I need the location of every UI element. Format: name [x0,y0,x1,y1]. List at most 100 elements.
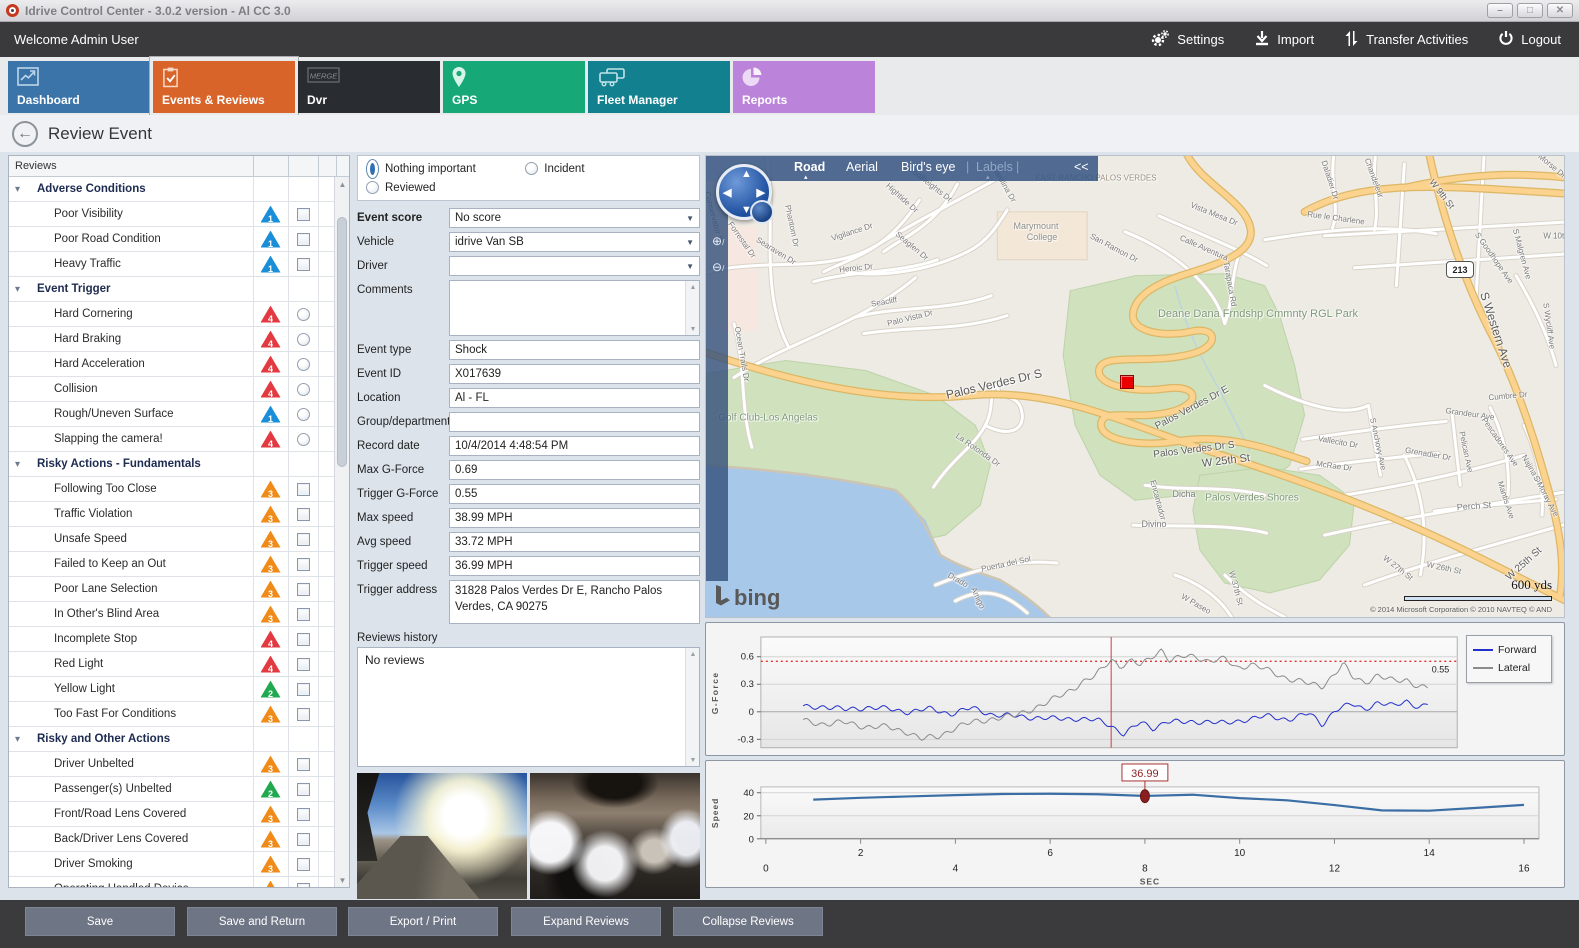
scroll-down-icon[interactable]: ▼ [335,873,349,888]
review-item-row[interactable]: Front/Road Lens Covered3 [9,802,349,827]
radio-icon[interactable] [366,159,379,179]
bing-map[interactable]: EAST RANCHO PALOS VERDESMarymountCollege… [705,155,1565,618]
review-checkbox[interactable] [297,683,310,696]
review-checkbox[interactable] [297,633,310,646]
tab-gps[interactable]: GPS [443,61,585,113]
event-type-field[interactable]: Shock [449,340,700,360]
save-button[interactable]: Save [25,907,175,936]
map-view-aerial[interactable]: Aerial [846,160,878,174]
map-view-bird-s-eye[interactable]: Bird's eye [901,160,956,174]
review-checkbox[interactable] [297,883,310,889]
classification-option-reviewed[interactable]: Reviewed [366,179,525,196]
review-checkbox[interactable] [297,483,310,496]
classification-option-incident[interactable]: Incident [525,160,684,177]
review-item-row[interactable]: Rough/Uneven Surface1 [9,402,349,427]
group-department-field[interactable] [449,412,700,432]
event-score-select[interactable]: No score▼ [449,208,700,228]
collapse-arrow-icon[interactable]: ▾ [15,734,20,745]
radio-icon[interactable] [366,181,379,194]
maximize-button[interactable]: □ [1517,3,1543,18]
pan-left-icon[interactable]: ◀ [723,186,731,199]
review-item-row[interactable]: Slapping the camera!4 [9,427,349,452]
reviews-history-list[interactable]: No reviews ▲▼ [357,647,700,767]
trigger-g-force-field[interactable]: 0.55 [449,484,700,504]
close-button[interactable]: ✕ [1547,3,1573,18]
review-item-row[interactable]: Poor Road Condition1 [9,227,349,252]
review-item-row[interactable]: Hard Acceleration4 [9,352,349,377]
review-item-row[interactable]: Poor Visibility1 [9,202,349,227]
pan-up-icon[interactable]: ▲ [741,168,752,180]
review-radio[interactable] [297,433,310,446]
review-item-row[interactable]: Driver Unbelted3 [9,752,349,777]
review-item-row[interactable]: Traffic Violation3 [9,502,349,527]
settings-button[interactable]: Settings [1151,30,1224,50]
reviews-history-scrollbar[interactable]: ▲▼ [685,648,699,766]
classification-option-nothing-important[interactable]: Nothing important [366,160,525,177]
cabin-driver-camera-thumbnail[interactable] [530,773,700,899]
avg-speed-field[interactable]: 33.72 MPH [449,532,700,552]
map-view-road[interactable]: Road [794,160,825,174]
review-checkbox[interactable] [297,533,310,546]
tab-dvr[interactable]: MERGEDvr [298,61,440,113]
review-item-row[interactable]: Failed to Keep an Out3 [9,552,349,577]
tab-fleet-manager[interactable]: Fleet Manager [588,61,730,113]
review-item-row[interactable]: Back/Driver Lens Covered3 [9,827,349,852]
review-checkbox[interactable] [297,208,310,221]
review-checkbox[interactable] [297,508,310,521]
zoom-out-icon[interactable]: ⊖/ [712,260,724,274]
review-radio[interactable] [297,358,310,371]
review-checkbox[interactable] [297,858,310,871]
review-group-row[interactable]: ▾Event Trigger [9,277,349,302]
record-date-field[interactable]: 10/4/2014 4:48:54 PM [449,436,700,456]
max-g-force-field[interactable]: 0.69 [449,460,700,480]
review-checkbox[interactable] [297,758,310,771]
textarea-scrollbar[interactable]: ▲▼ [685,281,699,335]
scroll-up-icon[interactable]: ▲ [335,177,349,192]
review-checkbox[interactable] [297,233,310,246]
collapse-arrow-icon[interactable]: ▾ [15,184,20,195]
logout-button[interactable]: Logout [1498,30,1561,49]
review-radio[interactable] [297,383,310,396]
review-item-row[interactable]: Operating Handled Device3 [9,877,349,888]
forward-road-camera-thumbnail[interactable] [357,773,527,899]
review-checkbox[interactable] [297,583,310,596]
back-button[interactable]: ← [12,121,38,147]
collapse-reviews-button[interactable]: Collapse Reviews [673,907,823,936]
review-radio[interactable] [297,408,310,421]
review-checkbox[interactable] [297,808,310,821]
review-item-row[interactable]: Poor Lane Selection3 [9,577,349,602]
tab-reports[interactable]: Reports [733,61,875,113]
tab-events-reviews[interactable]: Events & Reviews [153,61,295,113]
review-item-row[interactable]: Red Light4 [9,652,349,677]
review-checkbox[interactable] [297,608,310,621]
review-item-row[interactable]: Passenger(s) Unbelted2 [9,777,349,802]
max-speed-field[interactable]: 38.99 MPH [449,508,700,528]
tree-scrollbar[interactable]: ▲▼ [334,177,349,888]
review-item-row[interactable]: Hard Cornering4 [9,302,349,327]
vehicle-select[interactable]: idrive Van SB▼ [449,232,700,252]
review-checkbox[interactable] [297,558,310,571]
driver-select[interactable]: ▼ [449,256,700,276]
pan-right-icon[interactable]: ▶ [757,186,765,199]
review-item-row[interactable]: Unsafe Speed3 [9,527,349,552]
review-item-row[interactable]: Hard Braking4 [9,327,349,352]
review-group-row[interactable]: ▾Risky Actions - Fundamentals [9,452,349,477]
event-id-field[interactable]: X017639 [449,364,700,384]
location-field[interactable]: Al - FL [449,388,700,408]
map-rotate-control[interactable] [750,200,774,224]
event-location-marker[interactable] [1120,375,1134,389]
review-group-row[interactable]: ▾Risky and Other Actions [9,727,349,752]
collapse-arrow-icon[interactable]: ▾ [15,459,20,470]
review-checkbox[interactable] [297,658,310,671]
review-checkbox[interactable] [297,258,310,271]
review-radio[interactable] [297,333,310,346]
review-checkbox[interactable] [297,708,310,721]
review-item-row[interactable]: In Other's Blind Area3 [9,602,349,627]
expand-reviews-button[interactable]: Expand Reviews [511,907,661,936]
trigger-speed-field[interactable]: 36.99 MPH [449,556,700,576]
review-item-row[interactable]: Collision4 [9,377,349,402]
review-item-row[interactable]: Heavy Traffic1 [9,252,349,277]
tab-dashboard[interactable]: Dashboard [8,61,150,113]
radio-icon[interactable] [525,162,538,175]
export-print-button[interactable]: Export / Print [348,907,498,936]
